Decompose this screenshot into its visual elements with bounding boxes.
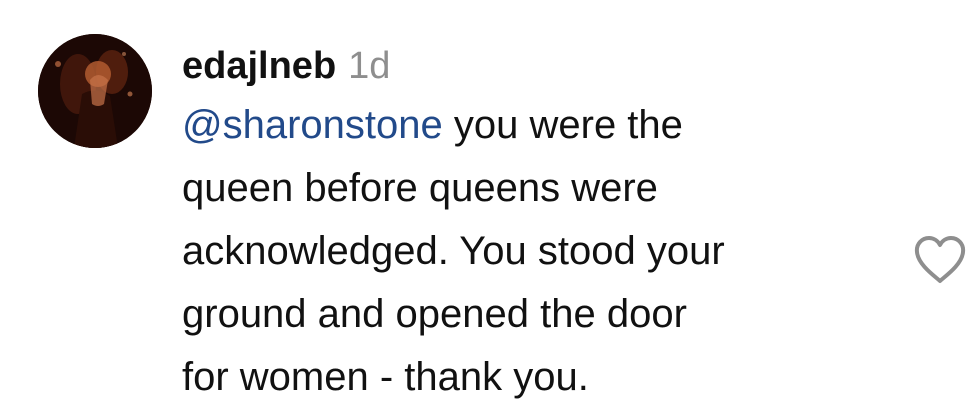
comment-body: edajlneb 1d @sharonstone you were the que… (182, 42, 902, 409)
comment-item: edajlneb 1d @sharonstone you were the que… (0, 0, 980, 418)
avatar[interactable] (38, 34, 152, 148)
profile-photo (38, 34, 152, 148)
mention-link[interactable]: @sharonstone (182, 103, 443, 147)
timestamp[interactable]: 1d (348, 45, 390, 87)
comment-header: edajlneb 1d (182, 42, 902, 94)
like-button[interactable] (912, 233, 968, 287)
comment-line-2: queen before queens were (182, 166, 658, 210)
heart-outline-icon (914, 236, 966, 283)
username-link[interactable]: edajlneb (182, 45, 336, 87)
comment-line-1-text: you were the (442, 103, 683, 147)
comment-line-3: acknowledged. You stood your (182, 229, 725, 273)
comment-line-1: @sharonstone you were the (182, 94, 902, 157)
comment-text: @sharonstone you were the queen before q… (182, 94, 902, 409)
comment-line-4: ground and opened the door (182, 292, 687, 336)
comment-line-5: for women - thank you. (182, 355, 589, 399)
